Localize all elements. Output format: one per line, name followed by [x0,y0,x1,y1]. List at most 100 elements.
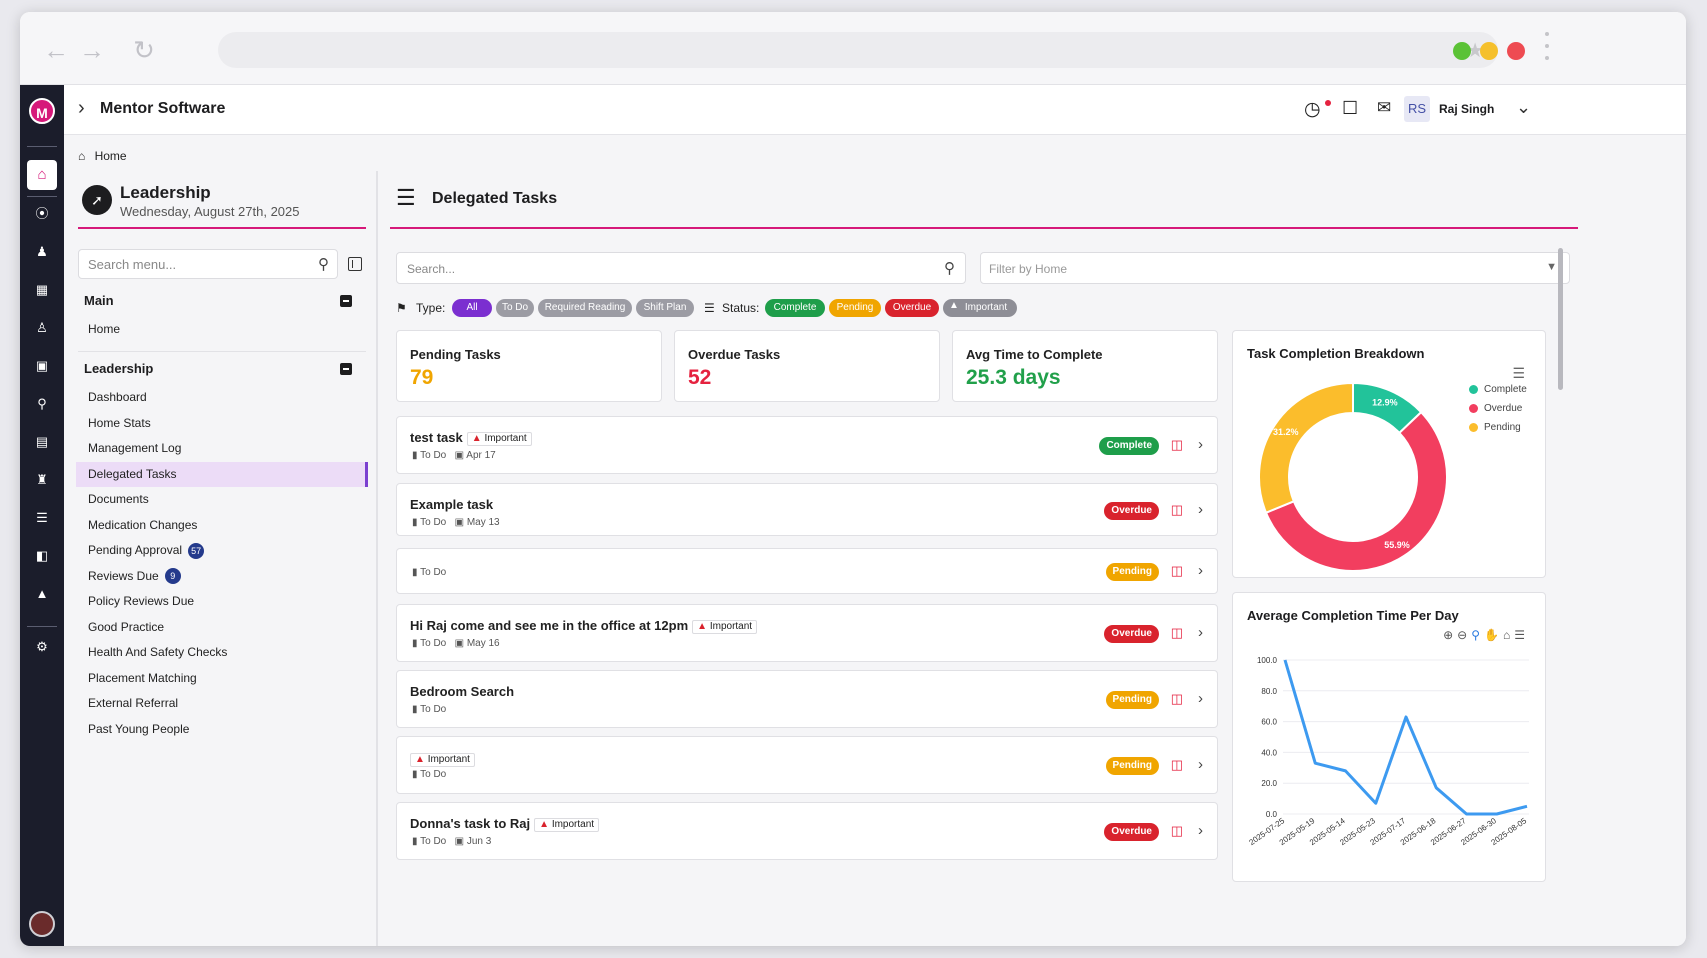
trash-icon[interactable]: ◫ [1171,563,1183,579]
search-icon[interactable]: ⚲ [318,255,329,273]
user-avatar[interactable] [29,911,55,937]
chip-status-complete[interactable]: Complete [765,299,825,317]
status-badge: Pending [1105,757,1159,775]
menu-item-good-practice[interactable]: Good Practice [76,615,368,640]
menu-item-dashboard[interactable]: Dashboard [76,385,368,410]
chevron-right-icon[interactable]: › [1198,690,1203,707]
chevron-down-icon[interactable]: ⌄ [1516,97,1531,118]
collapse-sidebar-icon[interactable] [348,257,362,271]
people-icon[interactable]: ♟ [20,241,64,263]
menu-item-management-log[interactable]: Management Log [76,436,368,461]
reset-home-icon[interactable]: ⌂ [1503,628,1514,642]
task-row[interactable]: Example task ▮ To Do ▣ May 13 Overdue ◫ › [396,483,1218,536]
alarm-clock-icon[interactable]: ◷ [1304,98,1321,121]
task-row[interactable]: Donna's task to Raj ▲ Important ▮ To Do ▣ … [396,802,1218,860]
chip-type-shift-plan[interactable]: Shift Plan [636,299,694,317]
user-name[interactable]: Raj Singh [1439,102,1494,116]
menu-item-pending-approval[interactable]: Pending Approval 57 [76,538,368,563]
collapse-main-icon[interactable] [340,295,352,307]
maximize-dot[interactable] [1453,42,1471,60]
menu-item-medication-changes[interactable]: Medication Changes [76,513,368,538]
menu-item-past-young-people[interactable]: Past Young People [76,717,368,742]
chevron-right-icon[interactable]: › [1198,756,1203,773]
legend-item[interactable]: Overdue [1469,403,1522,414]
chart-menu-icon[interactable]: ☰ [1514,628,1529,642]
user-initials[interactable]: RS [1404,96,1430,122]
team-icon[interactable]: ♙ [20,317,64,339]
task-row[interactable]: Bedroom Search ▮ To Do Pending ◫ › [396,670,1218,728]
home-icon[interactable]: ⌂ [27,160,57,190]
menu-item-health-and-safety-checks[interactable]: Health And Safety Checks [76,640,368,665]
menu-item-reviews-due[interactable]: Reviews Due 9 [76,564,368,589]
scrollbar-thumb[interactable] [1558,248,1563,390]
browser-menu-icon[interactable] [1544,32,1550,66]
chevron-down-icon[interactable]: ▼ [1546,261,1557,273]
id-card-icon[interactable]: ▤ [20,431,64,453]
series-line[interactable] [1283,659,1528,816]
menu-item-home-stats[interactable]: Home Stats [76,411,368,436]
menu-item-home[interactable]: Home [76,317,368,342]
zoom-select-icon[interactable]: ⚲ [1471,628,1484,642]
calendar-icon[interactable]: ▦ [20,279,64,301]
zoom-out-icon[interactable]: ⊖ [1457,628,1471,642]
chip-type-all[interactable]: All [452,299,492,317]
archive-icon[interactable]: ▣ [20,355,64,377]
search-doc-icon[interactable]: ⚲ [20,393,64,415]
chevron-right-icon[interactable]: › [1198,562,1203,579]
reload-icon[interactable]: ↻ [130,36,158,64]
slice-label: 12.9% [1372,398,1398,408]
trash-icon[interactable]: ◫ [1171,691,1183,707]
filter-by-home-select[interactable]: Filter by Home ▼ [980,252,1570,284]
chart-menu-icon[interactable]: ☰ [1512,365,1525,382]
folder-icon[interactable]: ▲ [20,583,64,605]
app-logo[interactable]: M [29,98,55,124]
bookmark-icon[interactable]: ☐ [1342,98,1358,119]
breadcrumb[interactable]: ⌂ Home [78,149,127,163]
menu-item-placement-matching[interactable]: Placement Matching [76,666,368,691]
legend-item[interactable]: Pending [1469,422,1521,433]
chevron-right-icon[interactable]: › [1198,624,1203,641]
menu-item-policy-reviews-due[interactable]: Policy Reviews Due [76,589,368,614]
back-arrow-icon[interactable]: ← [42,36,70,64]
minimize-dot[interactable] [1480,42,1498,60]
trash-icon[interactable]: ◫ [1171,437,1183,453]
trash-icon[interactable]: ◫ [1171,757,1183,773]
menu-item-delegated-tasks[interactable]: Delegated Tasks [76,461,368,487]
trash-icon[interactable]: ◫ [1171,823,1183,839]
search-icon[interactable]: ⚲ [944,259,955,277]
gear-icon[interactable]: ⚙ [20,636,64,658]
trash-icon[interactable]: ◫ [1171,625,1183,641]
task-row[interactable]: ▲ Important ▮ To Do Pending ◫ › [396,736,1218,794]
address-bar[interactable]: ★ [218,32,1498,68]
task-row[interactable]: Hi Raj come and see me in the office at … [396,604,1218,662]
menu-item-external-referral[interactable]: External Referral [76,691,368,716]
hat-icon[interactable]: ♜ [20,469,64,491]
chip-type-todo[interactable]: To Do [496,299,534,317]
donut-slice-pending[interactable] [1258,381,1354,515]
legend-item[interactable]: Complete [1469,384,1527,395]
mail-icon[interactable]: ✉ [1377,98,1391,118]
chevron-right-icon[interactable]: › [1198,436,1203,453]
task-name-text: test task [410,430,463,445]
database-icon[interactable]: ☰ [20,507,64,529]
task-row[interactable]: test task ▲ Important ▮ To Do ▣ Apr 17 Comp… [396,416,1218,474]
close-dot[interactable] [1507,42,1525,60]
chevron-right-icon[interactable]: › [1198,822,1203,839]
menu-item-documents[interactable]: Documents [76,487,368,512]
breadcrumb-home[interactable]: Home [95,149,127,163]
zoom-in-icon[interactable]: ⊕ [1443,628,1457,642]
chip-status-overdue[interactable]: Overdue [885,299,939,317]
compass-icon[interactable]: ⦿ [20,203,64,225]
task-row[interactable]: ▮ To Do Pending ◫ › [396,548,1218,594]
chip-type-required-reading[interactable]: Required Reading [538,299,632,317]
collapse-leadership-icon[interactable] [340,363,352,375]
task-search-input[interactable]: Search... ⚲ [396,252,966,284]
chevron-right-icon[interactable]: › [1198,501,1203,518]
menu-search-input[interactable]: Search menu... ⚲ [78,249,338,279]
book-icon[interactable]: ◧ [20,545,64,567]
forward-arrow-icon[interactable]: → [78,36,106,64]
chevron-right-icon[interactable]: › [78,97,85,120]
trash-icon[interactable]: ◫ [1171,502,1183,518]
pan-hand-icon[interactable]: ✋ [1484,628,1503,642]
chip-status-pending[interactable]: Pending [829,299,881,317]
